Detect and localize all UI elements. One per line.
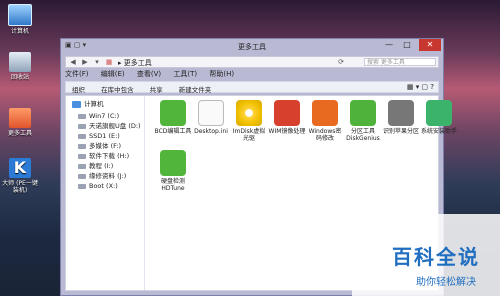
minimize-button[interactable]: —: [381, 39, 397, 51]
key-icon: [312, 100, 338, 126]
gear-icon: [160, 100, 186, 126]
computer-icon: [72, 100, 81, 108]
menu-help[interactable]: 帮助(H): [209, 70, 234, 78]
file-label: WIM镜像处理: [268, 128, 306, 135]
menu-file[interactable]: 文件(F): [65, 70, 89, 78]
computer-icon: [8, 4, 32, 26]
desktop-icon-label: 大师 (PE一键装机): [2, 180, 38, 194]
drive-icon: [78, 163, 86, 169]
file-label: Windows密码修改: [308, 128, 342, 142]
nav-item-label: 天诺旗舰U盘 (D:): [89, 122, 141, 130]
nav-item-drive[interactable]: SSD1 (E:): [78, 132, 120, 140]
view-options-icon[interactable]: ▦ ▾ ▢ ?: [407, 83, 434, 91]
file-item[interactable]: Desktop.ini: [192, 100, 230, 135]
drive-icon: [78, 143, 86, 149]
file-label: 识别苹果分区: [382, 128, 419, 135]
menu-tools[interactable]: 工具(T): [173, 70, 197, 78]
k-logo-icon: K: [9, 158, 31, 178]
nav-item-label: 多媒体 (F:): [89, 142, 122, 150]
nav-item-drive[interactable]: 缘修资料 (J:): [78, 172, 126, 180]
address-bar[interactable]: ◀ ▶ ▾ ■ ▸ 更多工具 ⟳ 搜索 更多工具: [65, 56, 439, 68]
drive-icon: [78, 153, 86, 159]
file-label: BCD编辑工具: [154, 128, 192, 135]
file-item[interactable]: 系统安装助手: [420, 100, 458, 135]
nav-item-label: 计算机: [84, 100, 104, 108]
nav-item-label: 缘修资料 (J:): [89, 172, 127, 180]
nav-item-drive[interactable]: 教程 (I:): [78, 162, 113, 170]
organize-button[interactable]: 组织: [72, 84, 85, 94]
drive-icon: [78, 133, 86, 139]
desktop-icon-computer[interactable]: 计算机: [0, 4, 40, 35]
nav-item-drive[interactable]: 天诺旗舰U盘 (D:): [78, 122, 141, 130]
menu-bar: 文件(F) 编辑(E) 查看(V) 工具(T) 帮助(H): [65, 69, 439, 79]
nav-item-computer[interactable]: 计算机: [72, 100, 104, 108]
nav-item-drive[interactable]: 软件下载 (H:): [78, 152, 129, 160]
command-bar: 组织 在库中包含 共享 新建文件夹 ▦ ▾ ▢ ?: [65, 81, 439, 94]
menu-view[interactable]: 查看(V): [137, 70, 161, 78]
desktop-icon-label: 计算机: [10, 28, 29, 35]
file-label: 硬盘检测HDTune: [160, 178, 185, 192]
nav-item-label: Boot (X:): [89, 182, 118, 190]
file-label: ImDisk虚拟光驱: [232, 128, 266, 142]
folder-icon: [9, 108, 31, 128]
hdtune-icon: [160, 150, 186, 176]
watermark-title: 百科全说: [392, 245, 480, 269]
nav-item-label: Win7 (C:): [89, 112, 120, 120]
close-button[interactable]: ✕: [419, 39, 441, 51]
share-button[interactable]: 共享: [150, 84, 163, 94]
drive-icon: [78, 113, 86, 119]
chevron-down-icon[interactable]: ▾: [92, 57, 102, 67]
watermark-subtitle: 助你轻松解决: [416, 277, 476, 288]
wrench-icon: [350, 100, 376, 126]
file-item[interactable]: 识别苹果分区: [382, 100, 420, 135]
breadcrumb[interactable]: ▸ 更多工具: [118, 58, 152, 68]
breadcrumb-item[interactable]: 更多工具: [124, 59, 152, 67]
desktop-icon-recycle-bin[interactable]: 回收站: [0, 52, 40, 81]
menu-edit[interactable]: 编辑(E): [101, 70, 125, 78]
include-in-library-button[interactable]: 在库中包含: [101, 84, 134, 94]
recycle-bin-icon: [9, 52, 31, 72]
back-icon[interactable]: ◀: [68, 57, 78, 67]
drive-icon: [78, 173, 86, 179]
nav-item-drive[interactable]: Boot (X:): [78, 182, 118, 190]
file-item[interactable]: BCD编辑工具: [154, 100, 192, 135]
file-label: 分区工具DiskGenius: [346, 128, 380, 142]
run-icon: [426, 100, 452, 126]
folder-icon: ■: [105, 58, 113, 66]
file-label: Desktop.ini: [194, 128, 228, 135]
apple-icon: [388, 100, 414, 126]
nav-item-drive[interactable]: Win7 (C:): [78, 112, 119, 120]
desktop-icon-label: 回收站: [10, 74, 29, 81]
nav-item-label: SSD1 (E:): [89, 132, 120, 140]
file-item[interactable]: ImDisk虚拟光驱: [230, 100, 268, 142]
desktop-icon-more-tools[interactable]: 更多工具: [0, 108, 40, 137]
nav-item-drive[interactable]: 多媒体 (F:): [78, 142, 121, 150]
search-input[interactable]: 搜索 更多工具: [364, 58, 436, 66]
navigation-pane: 计算机 Win7 (C:) 天诺旗舰U盘 (D:) SSD1 (E:) 多媒体 …: [66, 96, 145, 290]
file-item[interactable]: 硬盘检测HDTune: [154, 150, 192, 192]
wim-icon: [274, 100, 300, 126]
new-folder-button[interactable]: 新建文件夹: [179, 84, 212, 94]
nav-item-label: 教程 (I:): [89, 162, 114, 170]
maximize-button[interactable]: □: [399, 39, 415, 51]
title-bar[interactable]: ▣ ▢ ▾ 更多工具 — □ ✕: [61, 39, 443, 55]
nav-item-label: 软件下载 (H:): [89, 152, 130, 160]
refresh-icon[interactable]: ⟳: [336, 57, 346, 67]
forward-icon[interactable]: ▶: [80, 57, 90, 67]
file-item[interactable]: 分区工具DiskGenius: [344, 100, 382, 142]
desktop-icon-k-app[interactable]: K 大师 (PE一键装机): [0, 158, 40, 194]
drive-icon: [78, 123, 86, 129]
desktop-icon-label: 更多工具: [7, 130, 32, 137]
disc-icon: [236, 100, 262, 126]
file-item[interactable]: WIM镜像处理: [268, 100, 306, 135]
document-icon: [198, 100, 224, 126]
file-item[interactable]: Windows密码修改: [306, 100, 344, 142]
file-label: 系统安装助手: [420, 128, 457, 135]
drive-icon: [78, 183, 86, 189]
